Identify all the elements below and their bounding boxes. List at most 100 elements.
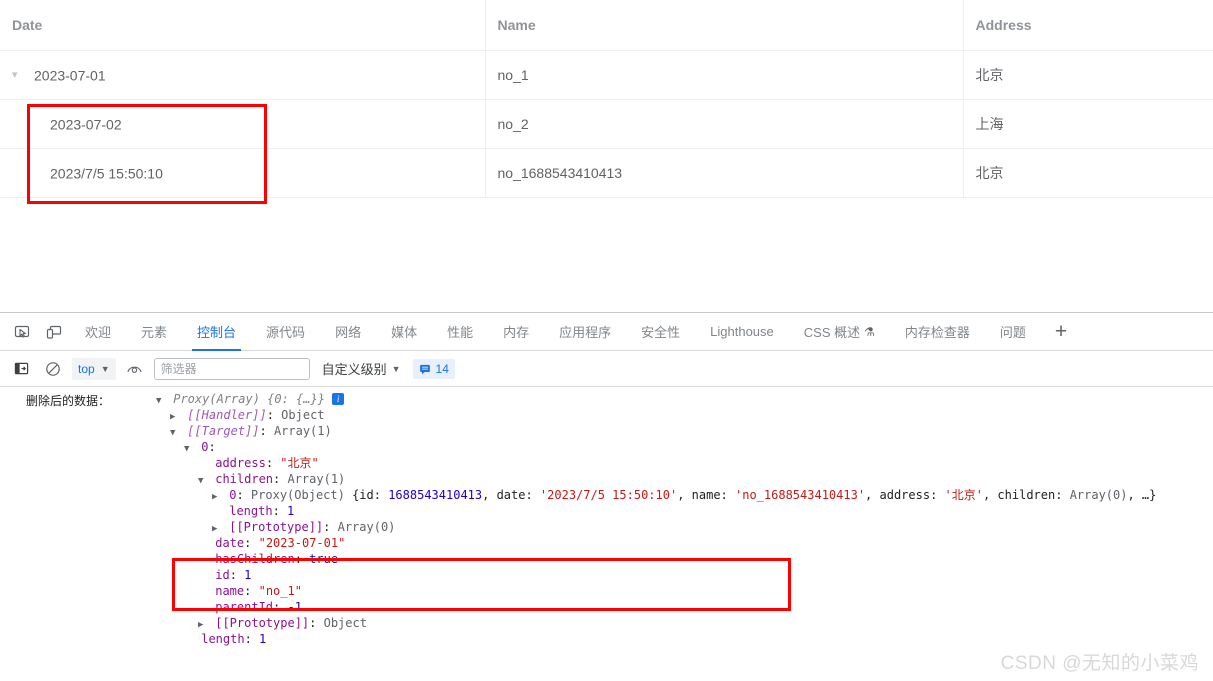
cell-date-text: 2023-07-01 bbox=[34, 67, 106, 84]
console-tree-line[interactable]: Proxy(Array) {0: {…}} i bbox=[26, 391, 1213, 407]
live-expression-icon[interactable] bbox=[122, 357, 148, 381]
console-token: , …} bbox=[1127, 488, 1157, 502]
tab-elements[interactable]: 元素 bbox=[126, 313, 182, 351]
console-tree-line[interactable]: [[Target]]: Array(1) bbox=[26, 423, 1213, 439]
tab-media[interactable]: 媒体 bbox=[376, 313, 432, 351]
console-token: "no_1" bbox=[258, 584, 302, 598]
tab-sources[interactable]: 源代码 bbox=[251, 313, 320, 351]
console-tree-line[interactable]: 0: bbox=[26, 439, 1213, 455]
console-tree-line[interactable]: [[Handler]]: Object bbox=[26, 407, 1213, 423]
console-tree-line[interactable]: [[Prototype]]: Object bbox=[26, 615, 1213, 631]
add-panel-button[interactable]: + bbox=[1041, 313, 1081, 351]
console-tree-line[interactable]: children: Array(1) bbox=[26, 471, 1213, 487]
console-token: '2023/7/5 15:50:10' bbox=[539, 488, 678, 502]
console-token: id bbox=[215, 568, 230, 582]
log-level-value: 自定义级别 bbox=[321, 362, 387, 377]
issues-counter[interactable]: 14 bbox=[412, 358, 455, 379]
column-header-address[interactable]: Address bbox=[963, 0, 1213, 51]
console-token: Object bbox=[323, 616, 367, 630]
chevron-down-icon[interactable]: ▾ bbox=[12, 68, 28, 81]
tab-label: Lighthouse bbox=[710, 324, 774, 339]
cell-date-text: 2023-07-02 bbox=[50, 116, 122, 133]
experiment-flask-icon: ⚗ bbox=[864, 324, 875, 339]
console-tree-line[interactable]: [[Prototype]]: Array(0) bbox=[26, 519, 1213, 535]
screenshot-root: Date Name Address ▾ 2023-07-01 no_1 北京 20… bbox=[0, 0, 1213, 681]
cell-date: 2023-07-02 bbox=[0, 99, 486, 149]
cell-name: no_1688543410413 bbox=[485, 148, 964, 198]
console-token: length bbox=[229, 504, 273, 518]
console-sidebar-icon[interactable] bbox=[8, 357, 34, 381]
tab-lighthouse[interactable]: Lighthouse bbox=[695, 313, 789, 351]
console-log-label: 删除后的数据： bbox=[26, 394, 111, 408]
tab-issues[interactable]: 问题 bbox=[985, 313, 1041, 351]
log-level-selector[interactable]: 自定义级别 ▼ bbox=[322, 359, 401, 378]
console-token: Array(0) bbox=[337, 520, 396, 534]
console-tree-line[interactable]: hasChildren: true bbox=[26, 551, 1213, 567]
console-tree-line[interactable]: address: "北京" bbox=[26, 455, 1213, 471]
console-tree-line[interactable]: 0: Proxy(Object) {id: 1688543410413, dat… bbox=[26, 487, 1213, 503]
watermark: CSDN @无知的小菜鸡 bbox=[1000, 653, 1199, 674]
tab-performance[interactable]: 性能 bbox=[432, 313, 488, 351]
tab-network[interactable]: 网络 bbox=[320, 313, 376, 351]
console-token: 1 bbox=[244, 568, 252, 582]
tab-label: 源代码 bbox=[266, 325, 306, 340]
console-token: Array(1) bbox=[287, 472, 346, 486]
tab-memory-inspector[interactable]: 内存检查器 bbox=[890, 313, 985, 351]
device-toolbar-icon[interactable] bbox=[40, 318, 68, 346]
info-badge-icon[interactable]: i bbox=[332, 393, 345, 405]
execution-context-value: top bbox=[78, 361, 95, 376]
console-output[interactable]: 删除后的数据： Proxy(Array) {0: {…}} i [[Handle… bbox=[0, 387, 1213, 674]
console-token: "北京" bbox=[280, 456, 319, 470]
console-token: , children: bbox=[982, 488, 1070, 502]
console-token: : bbox=[273, 600, 288, 614]
tab-memory[interactable]: 内存 bbox=[488, 313, 544, 351]
console-token: 1688543410413 bbox=[388, 488, 483, 502]
clear-console-icon[interactable] bbox=[40, 357, 66, 381]
chevron-down-icon: ▼ bbox=[391, 363, 401, 374]
console-tree-line[interactable]: parentId: -1 bbox=[26, 599, 1213, 615]
column-header-name[interactable]: Name bbox=[485, 0, 964, 51]
tab-label: 性能 bbox=[447, 325, 474, 340]
console-token: Proxy(Object) bbox=[250, 488, 353, 502]
disclosure-triangle-open-icon[interactable] bbox=[184, 441, 194, 457]
tab-security[interactable]: 安全性 bbox=[626, 313, 695, 351]
filter-input[interactable] bbox=[153, 357, 310, 380]
console-token: [[Handler]] bbox=[187, 408, 267, 422]
console-token: Array(0) bbox=[1069, 488, 1128, 502]
tab-label: 安全性 bbox=[641, 325, 681, 340]
cell-address: 北京 bbox=[963, 50, 1213, 100]
console-token: : bbox=[229, 568, 245, 582]
tab-welcome[interactable]: 欢迎 bbox=[70, 313, 126, 351]
console-tree-line[interactable]: length: 1 bbox=[26, 631, 1213, 647]
table-row[interactable]: 2023/7/5 15:50:10 no_1688543410413 北京 bbox=[0, 148, 1213, 198]
table-row[interactable]: 2023-07-02 no_2 上海 bbox=[0, 99, 1213, 149]
console-token bbox=[325, 392, 332, 406]
tab-console[interactable]: 控制台 bbox=[182, 313, 251, 351]
tab-label: 问题 bbox=[999, 325, 1026, 340]
tab-application[interactable]: 应用程序 bbox=[544, 313, 626, 351]
inspect-element-icon[interactable] bbox=[8, 318, 36, 346]
execution-context-selector[interactable]: top ▼ bbox=[72, 357, 116, 380]
tab-css-overview[interactable]: CSS 概述 ⚗ bbox=[789, 313, 890, 351]
console-token: "2023-07-01" bbox=[258, 536, 346, 550]
tab-label: 元素 bbox=[141, 325, 168, 340]
console-tree-line[interactable]: length: 1 bbox=[26, 503, 1213, 519]
console-token: , address: bbox=[865, 488, 945, 502]
console-token: : bbox=[236, 488, 251, 502]
tab-label: 控制台 bbox=[197, 325, 237, 340]
disclosure-triangle-open-icon[interactable] bbox=[198, 473, 208, 489]
console-log-entry[interactable]: 删除后的数据： Proxy(Array) {0: {…}} i [[Handle… bbox=[0, 391, 1213, 647]
devtools-tabbar: 欢迎 元素 控制台 源代码 网络 媒体 性能 内存 应用程序 安全性 Light… bbox=[0, 313, 1213, 351]
table-row[interactable]: ▾ 2023-07-01 no_1 北京 bbox=[0, 50, 1213, 100]
data-table-area: Date Name Address ▾ 2023-07-01 no_1 北京 20… bbox=[0, 0, 1213, 310]
console-token: children bbox=[215, 472, 274, 486]
console-tree-line[interactable]: id: 1 bbox=[26, 567, 1213, 583]
column-header-date[interactable]: Date bbox=[0, 0, 486, 51]
disclosure-triangle-open-icon[interactable] bbox=[170, 425, 180, 441]
cell-name: no_1 bbox=[485, 50, 964, 100]
disclosure-triangle-open-icon[interactable] bbox=[156, 393, 166, 409]
devtools-tab-list: 欢迎 元素 控制台 源代码 网络 媒体 性能 内存 应用程序 安全性 Light… bbox=[70, 313, 1081, 351]
console-tree-line[interactable]: date: "2023-07-01" bbox=[26, 535, 1213, 551]
cell-name: no_2 bbox=[485, 99, 964, 149]
console-tree-line[interactable]: name: "no_1" bbox=[26, 583, 1213, 599]
